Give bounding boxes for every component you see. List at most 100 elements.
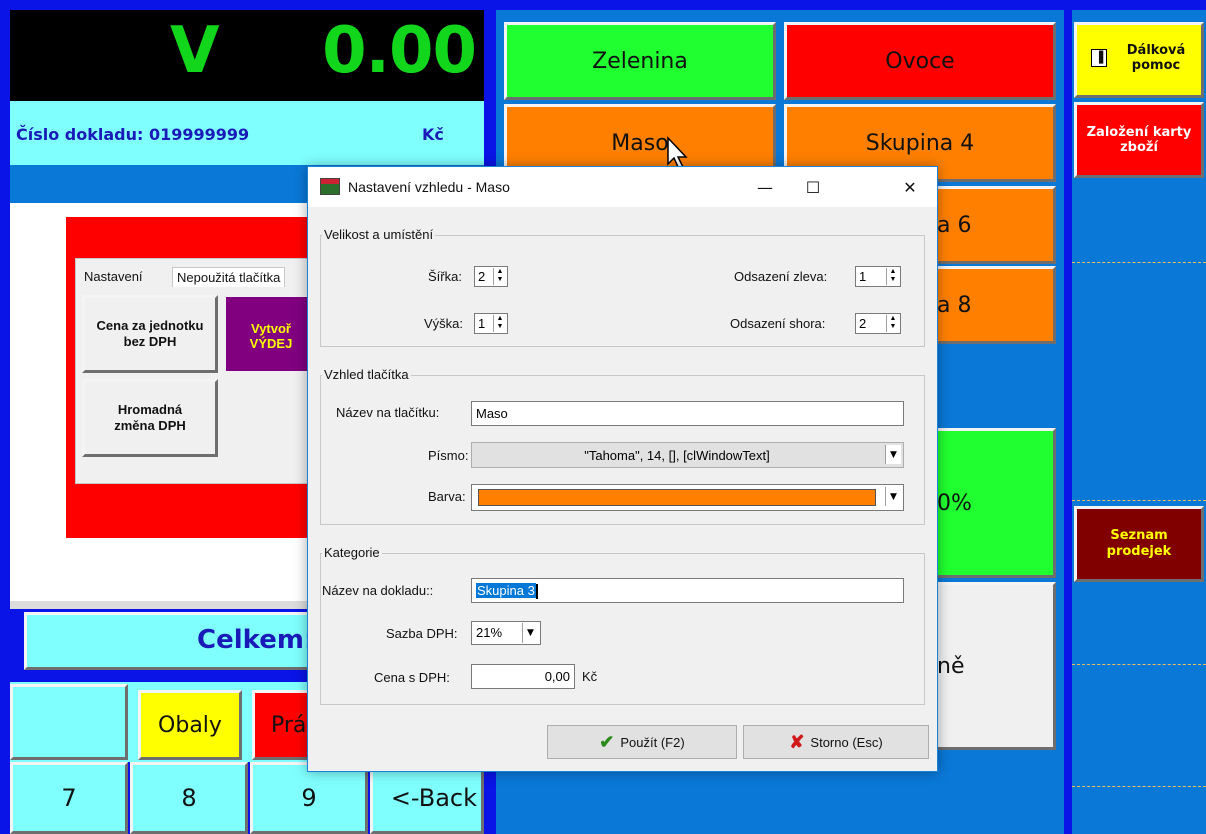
bulk-vat-change-button[interactable]: Hromadná změna DPH — [82, 379, 218, 457]
ovoce-label: Ovoce — [885, 48, 955, 74]
button-name-label: Název na tlačítku: — [336, 405, 440, 420]
currency-label: Kč — [422, 125, 444, 144]
pra-label: Prá — [271, 712, 307, 738]
key-7-label: 7 — [61, 784, 77, 812]
divider — [1072, 500, 1206, 501]
key-9[interactable]: 9 — [250, 762, 368, 834]
key-8-label: 8 — [181, 784, 197, 812]
button-look-group-label: Vzhled tlačítka — [322, 367, 411, 382]
apply-label: Použít (F2) — [620, 734, 685, 750]
total-label: Celkem: — [197, 625, 315, 655]
unit-price-button[interactable]: Cena za jednotku bez DPH — [82, 295, 218, 373]
cancel-button[interactable]: ✘ Storno (Esc) — [743, 725, 929, 759]
cancel-label: Storno (Esc) — [810, 734, 883, 750]
appearance-settings-dialog: Nastavení vzhledu - Maso — ☐ ✕ Velikost … — [307, 166, 938, 772]
create-issue-button[interactable]: Vytvoř VÝDEJ — [226, 297, 316, 371]
dropdown-arrow-icon[interactable]: ▼ — [885, 487, 901, 506]
payment-label: ně — [937, 653, 965, 679]
document-name-input[interactable]: Skupina 3 — [471, 578, 904, 603]
font-value: "Tahoma", 14, [], [clWindowText] — [584, 448, 770, 463]
backspace-label: <-Back — [390, 784, 477, 812]
empty-key[interactable] — [10, 684, 128, 760]
backspace-key[interactable]: <-Back — [370, 762, 484, 834]
divider — [1072, 786, 1206, 787]
maximize-icon[interactable]: ☐ — [789, 167, 837, 207]
color-swatch — [478, 489, 876, 506]
spin-arrows-icon[interactable]: ▲ ▼ — [493, 268, 506, 285]
apply-button[interactable]: ✔ Použít (F2) — [547, 725, 737, 759]
app-icon — [320, 178, 340, 195]
dialog-title-bar[interactable]: Nastavení vzhledu - Maso — ☐ ✕ — [308, 167, 937, 207]
spin-arrows-icon[interactable]: ▲ ▼ — [886, 268, 899, 285]
color-label: Barva: — [428, 489, 466, 504]
tab-nastaveni[interactable]: Nastavení — [84, 269, 143, 284]
key-7[interactable]: 7 — [10, 762, 128, 834]
key-9-label: 9 — [301, 784, 317, 812]
offset-top-spinner[interactable]: 2 ▲ ▼ — [855, 313, 901, 334]
offset-top-value: 2 — [859, 316, 867, 331]
vat-rate-select[interactable]: 21% ▼ — [471, 621, 541, 645]
dialog-title: Nastavení vzhledu - Maso — [348, 179, 510, 195]
skupina-8-label: a 8 — [937, 292, 972, 318]
offset-left-label: Odsazení zleva: — [734, 269, 828, 284]
sales-list-button[interactable]: Seznam prodejek — [1074, 506, 1204, 582]
category-ovoce[interactable]: Ovoce — [784, 22, 1056, 100]
price-input[interactable]: 0,00 — [471, 664, 575, 689]
document-number: Číslo dokladu: 019999999 — [16, 125, 250, 144]
create-product-card-label: Založení karty zboží — [1086, 125, 1192, 155]
remote-help-button[interactable]: ▐ Dálková pomoc — [1074, 22, 1204, 98]
mode-indicator: V — [170, 14, 220, 88]
document-bar: Číslo dokladu: 019999999 Kč — [10, 101, 484, 165]
size-position-group — [320, 235, 925, 347]
document-name-label: Název na dokladu:: — [322, 583, 434, 598]
discount-label: 0% — [937, 490, 972, 516]
skupina-6-label: a 6 — [937, 212, 972, 238]
tab-nepouzita-tlacitka[interactable]: Nepoužitá tlačítka — [172, 267, 286, 287]
bulk-vat-change-label: Hromadná změna DPH — [114, 402, 186, 433]
remote-help-icon: ▐ — [1091, 49, 1107, 67]
dropdown-arrow-icon[interactable]: ▼ — [522, 623, 538, 643]
key-8[interactable]: 8 — [130, 762, 248, 834]
price-label: Cena s DPH: — [374, 670, 450, 685]
obaly-button[interactable]: Obaly — [138, 690, 242, 760]
amount-display: V 0.00 — [10, 10, 484, 101]
category-group-label: Kategorie — [322, 545, 382, 560]
vat-rate-label: Sazba DPH: — [386, 626, 458, 641]
sales-list-label: Seznam prodejek — [1106, 528, 1172, 559]
remote-help-label: Dálková pomoc — [1126, 43, 1186, 73]
checkmark-icon: ✔ — [599, 731, 615, 752]
unit-price-label: Cena za jednotku bez DPH — [96, 318, 204, 349]
cross-icon: ✘ — [789, 731, 805, 752]
obaly-label: Obaly — [158, 712, 222, 738]
width-value: 2 — [478, 269, 486, 284]
spin-arrows-icon[interactable]: ▲ ▼ — [493, 315, 506, 332]
font-select-button[interactable]: "Tahoma", 14, [], [clWindowText] ▼ — [471, 442, 904, 468]
text-caret — [535, 584, 538, 600]
skupina-4-label: Skupina 4 — [865, 130, 975, 156]
divider — [1072, 262, 1206, 263]
offset-left-spinner[interactable]: 1 ▲ ▼ — [855, 266, 901, 287]
height-value: 1 — [478, 316, 486, 331]
vat-rate-value: 21% — [476, 625, 503, 640]
document-name-value: Skupina 3 — [476, 583, 536, 598]
spin-arrows-icon[interactable]: ▲ ▼ — [886, 315, 899, 332]
font-label: Písmo: — [428, 448, 469, 463]
price-currency: Kč — [582, 669, 598, 684]
close-icon[interactable]: ✕ — [886, 167, 934, 207]
category-zelenina[interactable]: Zelenina — [504, 22, 776, 100]
height-spinner[interactable]: 1 ▲ ▼ — [474, 313, 508, 334]
create-product-card-button[interactable]: Založení karty zboží — [1074, 102, 1204, 178]
dropdown-arrow-icon[interactable]: ▼ — [885, 445, 901, 464]
create-issue-label: Vytvoř VÝDEJ — [249, 321, 293, 351]
height-label: Výška: — [424, 316, 464, 331]
divider — [1072, 664, 1206, 665]
color-select[interactable]: ▼ — [471, 484, 904, 511]
offset-left-value: 1 — [859, 269, 867, 284]
amount-value: 0.00 — [322, 14, 477, 88]
size-position-group-label: Velikost a umístění — [322, 227, 436, 242]
offset-top-label: Odsazení shora: — [730, 316, 826, 331]
button-name-input[interactable]: Maso — [471, 401, 904, 426]
minimize-icon[interactable]: — — [741, 167, 789, 207]
width-spinner[interactable]: 2 ▲ ▼ — [474, 266, 508, 287]
zelenina-label: Zelenina — [592, 48, 688, 74]
